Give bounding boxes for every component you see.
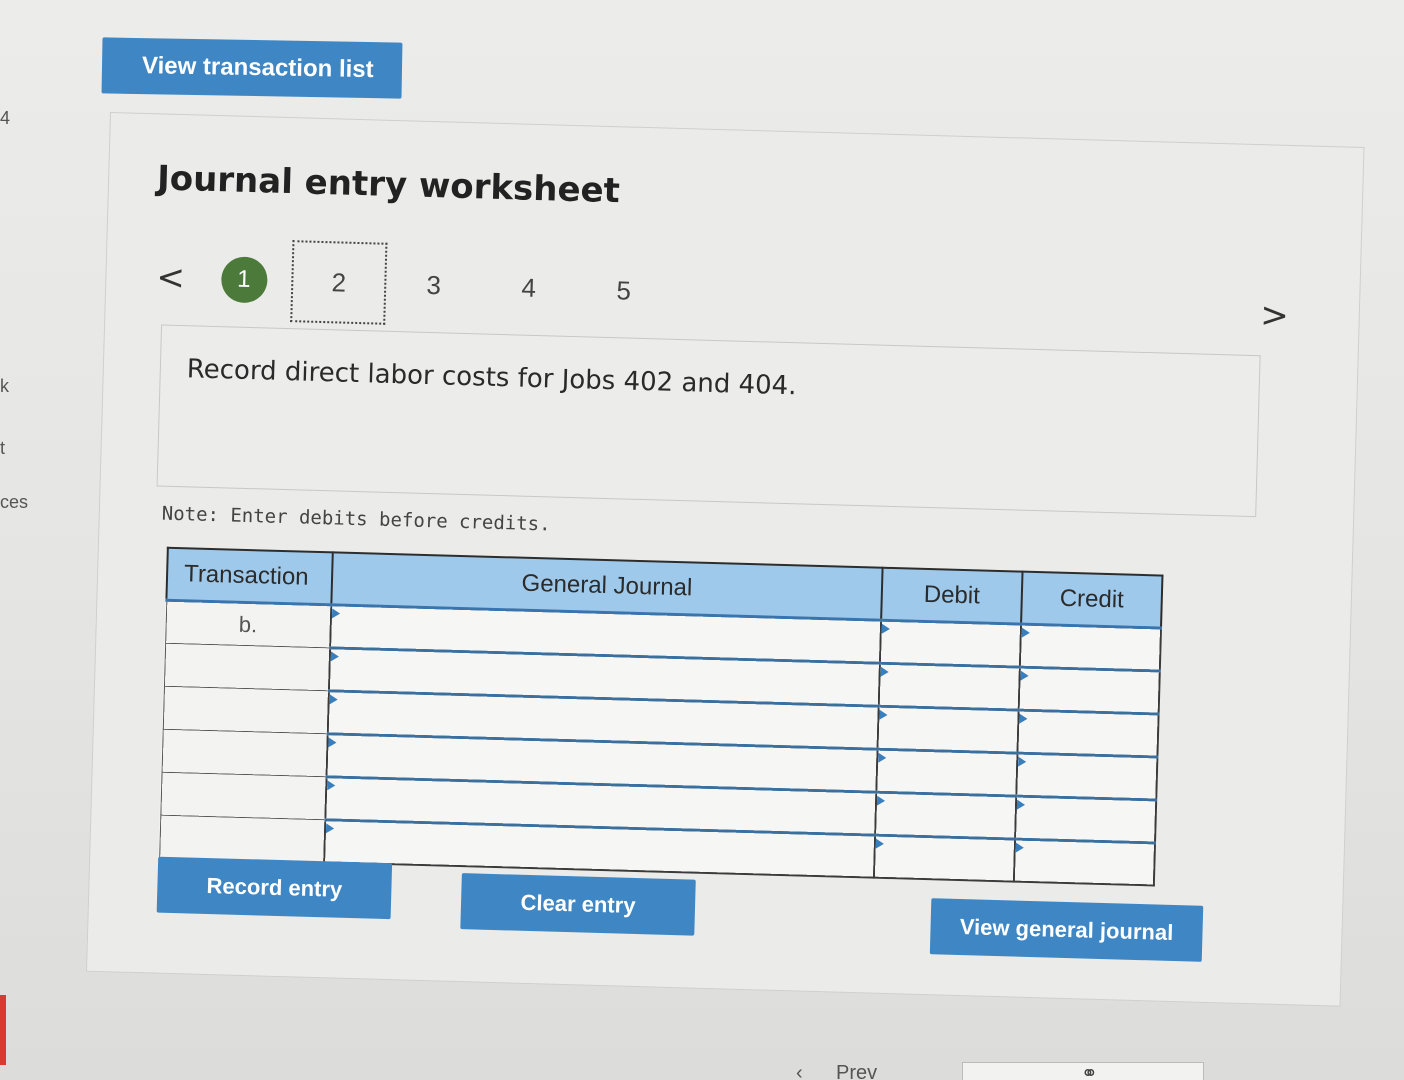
left-fragment-mid: k xyxy=(0,376,9,396)
worksheet-pager: < 1 2 3 4 5 xyxy=(155,236,672,332)
page-3-label: 3 xyxy=(426,269,442,300)
header-debit: Debit xyxy=(881,567,1023,625)
prev-chevron-icon[interactable]: ‹ xyxy=(796,1062,803,1080)
page-2-label: 2 xyxy=(331,266,347,298)
credit-input[interactable] xyxy=(1019,624,1162,672)
debit-input[interactable] xyxy=(876,749,1018,797)
prev-arrow-icon[interactable]: < xyxy=(156,257,197,298)
bottom-field[interactable]: ⚭ xyxy=(962,1062,1204,1080)
transaction-cell: b. xyxy=(165,600,332,648)
clear-entry-button[interactable]: Clear entry xyxy=(460,873,696,936)
debit-input[interactable] xyxy=(873,835,1016,882)
transaction-cell xyxy=(163,643,331,691)
page-1-completed-badge: 1 xyxy=(220,256,268,304)
next-arrow-icon[interactable]: > xyxy=(1260,295,1290,336)
credit-input[interactable] xyxy=(1015,796,1157,843)
header-credit: Credit xyxy=(1021,571,1163,629)
journal-table: Transaction General Journal Debit Credit… xyxy=(158,546,1164,887)
header-transaction: Transaction xyxy=(166,547,333,605)
worksheet-title: Journal entry worksheet xyxy=(156,158,621,212)
debit-input[interactable] xyxy=(875,792,1017,840)
page: 4 k t ces View transaction list Journal … xyxy=(0,0,1404,1080)
transaction-description: Record direct labor costs for Jobs 402 a… xyxy=(186,354,797,402)
page-2-button[interactable]: 2 xyxy=(290,240,388,325)
page-5-label: 5 xyxy=(616,274,632,306)
journal-entry-worksheet: Journal entry worksheet < 1 2 3 4 5 > Re… xyxy=(85,112,1365,1007)
page-5-button[interactable]: 5 xyxy=(575,248,672,333)
debits-credits-note: Note: Enter debits before credits. xyxy=(161,502,551,536)
credit-input[interactable] xyxy=(1017,710,1159,757)
credit-input[interactable] xyxy=(1016,753,1158,800)
prev-fragment-label[interactable]: Prev xyxy=(836,1062,877,1080)
debit-input[interactable] xyxy=(878,663,1020,711)
left-fragment-top: 4 xyxy=(0,108,11,128)
view-transaction-list-button[interactable]: View transaction list xyxy=(101,37,403,99)
credit-input[interactable] xyxy=(1018,667,1160,715)
transaction-cell xyxy=(161,729,328,777)
left-fragment-low: ces xyxy=(0,492,29,512)
debit-input[interactable] xyxy=(877,706,1019,754)
left-fragment-mid2: t xyxy=(0,438,6,458)
credit-input[interactable] xyxy=(1013,839,1155,886)
transaction-cell xyxy=(160,772,327,820)
transaction-cell xyxy=(159,815,326,863)
record-entry-button[interactable]: Record entry xyxy=(156,856,393,920)
transaction-description-box: Record direct labor costs for Jobs 402 a… xyxy=(156,324,1261,518)
page-4-button[interactable]: 4 xyxy=(480,245,577,330)
page-3-button[interactable]: 3 xyxy=(385,243,482,328)
view-general-journal-button[interactable]: View general journal xyxy=(929,898,1204,962)
page-1-button[interactable]: 1 xyxy=(195,237,292,322)
page-4-label: 4 xyxy=(521,272,537,303)
transaction-cell xyxy=(162,686,329,734)
debit-input[interactable] xyxy=(879,620,1022,668)
left-red-marker xyxy=(0,995,6,1065)
link-icon: ⚭ xyxy=(1081,1063,1098,1080)
